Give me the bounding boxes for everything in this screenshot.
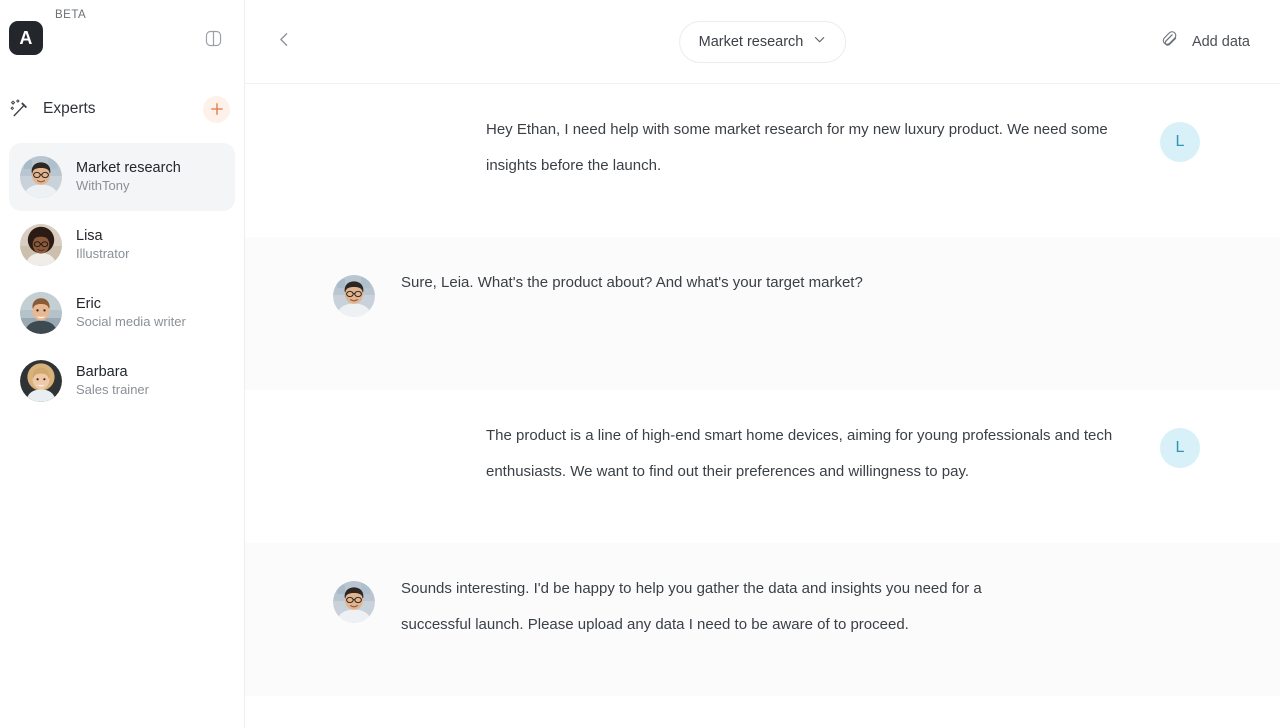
expert-role: WithTony [76,179,130,194]
chevron-down-icon [813,33,826,51]
app-root: A BETA Experts Market research WithTony … [0,0,1280,728]
avatar [20,360,62,402]
add-expert-button[interactable] [203,95,230,123]
message-list: Hey Ethan, I need help with some market … [245,84,1280,728]
main-panel: Market research Add data Hey Ethan, I ne… [245,0,1280,728]
user-avatar-initial: L [1175,133,1185,150]
message-text: Sure, Leia. What's the product about? An… [401,274,863,291]
message-row: The product is a line of high-end smart … [245,390,1280,543]
sidebar-item-market-research[interactable]: Market research WithTony [9,143,235,211]
expert-role: Illustrator [76,247,130,262]
magic-wand-icon [9,98,31,120]
sidebar: A BETA Experts Market research WithTony … [0,0,245,728]
avatar [20,156,62,198]
top-bar: Market research Add data [245,0,1280,84]
add-data-button[interactable]: Add data [1159,24,1252,59]
expert-name: Eric [76,295,101,312]
sidebar-item-barbara[interactable]: Barbara Sales trainer [9,347,235,415]
message-row: Sounds interesting. I'd be happy to help… [245,543,1280,696]
message-text: The product is a line of high-end smart … [486,427,1113,480]
paperclip-icon [1161,30,1181,53]
user-avatar: L [1160,122,1200,162]
expert-name: Barbara [76,363,128,380]
chevron-left-icon [276,31,293,53]
expert-role: Social media writer [76,315,186,330]
app-logo[interactable]: A [9,21,43,55]
message-row: Sure, Leia. What's the product about? An… [245,237,1280,390]
message-list-spacer [245,696,1280,728]
experts-section-title: Experts [43,100,96,117]
experts-list: Market research WithTony Lisa Illustrato… [0,137,244,415]
message-row: Hey Ethan, I need help with some market … [245,84,1280,237]
beta-badge: BETA [55,9,87,21]
chat-selector-label: Market research [698,33,804,50]
expert-name: Market research [76,159,181,176]
assistant-avatar [333,581,375,623]
expert-name: Lisa [76,227,103,244]
avatar [20,292,62,334]
back-button[interactable] [267,25,301,59]
user-avatar-initial: L [1175,439,1185,456]
assistant-avatar [333,275,375,317]
app-logo-letter: A [19,27,33,48]
expert-role: Sales trainer [76,383,149,398]
sidebar-item-eric[interactable]: Eric Social media writer [9,279,235,347]
experts-section-header: Experts [0,81,244,137]
message-text: Hey Ethan, I need help with some market … [486,121,1108,174]
chat-selector[interactable]: Market research [678,20,847,63]
sidebar-toggle-icon[interactable] [198,23,228,53]
avatar [20,224,62,266]
sidebar-header: A BETA [0,0,244,76]
message-text: Sounds interesting. I'd be happy to help… [401,580,982,633]
plus-icon [210,102,224,116]
add-data-label: Add data [1191,33,1250,50]
user-avatar: L [1160,428,1200,468]
sidebar-item-lisa[interactable]: Lisa Illustrator [9,211,235,279]
